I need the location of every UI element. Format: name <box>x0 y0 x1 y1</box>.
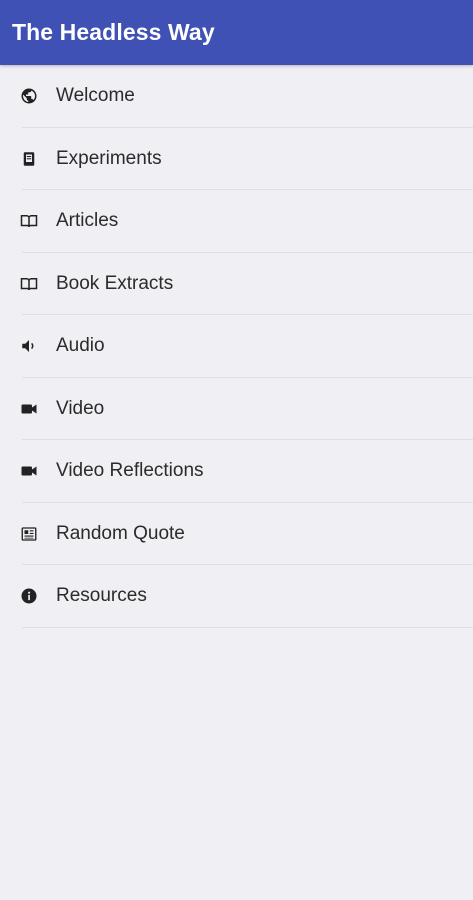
menu-item-video-reflections[interactable]: Video Reflections <box>0 440 473 503</box>
menu-item-label: Random Quote <box>56 522 185 544</box>
menu-item-book-extracts[interactable]: Book Extracts <box>0 253 473 316</box>
menu-item-welcome[interactable]: Welcome <box>0 65 473 128</box>
book-open-icon <box>20 275 38 293</box>
globe-icon <box>20 87 38 105</box>
speaker-icon <box>20 337 38 355</box>
menu-item-video[interactable]: Video <box>0 378 473 441</box>
menu-item-articles[interactable]: Articles <box>0 190 473 253</box>
menu-item-label: Welcome <box>56 85 135 107</box>
nav-menu: Welcome Experiments Articles Book Extrac… <box>0 65 473 628</box>
menu-item-random-quote[interactable]: Random Quote <box>0 503 473 566</box>
menu-item-label: Articles <box>56 210 119 232</box>
video-camera-icon <box>20 462 38 480</box>
menu-item-label: Experiments <box>56 147 162 169</box>
info-icon <box>20 587 38 605</box>
video-camera-icon <box>20 400 38 418</box>
menu-item-label: Video Reflections <box>56 460 204 482</box>
app-bar: The Headless Way <box>0 0 473 65</box>
menu-item-audio[interactable]: Audio <box>0 315 473 378</box>
menu-item-label: Audio <box>56 335 105 357</box>
menu-item-label: Book Extracts <box>56 272 174 294</box>
menu-item-label: Video <box>56 397 105 419</box>
document-icon <box>20 150 38 168</box>
newspaper-icon <box>20 525 38 543</box>
menu-item-resources[interactable]: Resources <box>0 565 473 628</box>
book-open-icon <box>20 212 38 230</box>
menu-item-experiments[interactable]: Experiments <box>0 128 473 191</box>
menu-item-label: Resources <box>56 585 147 607</box>
app-title: The Headless Way <box>12 19 215 45</box>
